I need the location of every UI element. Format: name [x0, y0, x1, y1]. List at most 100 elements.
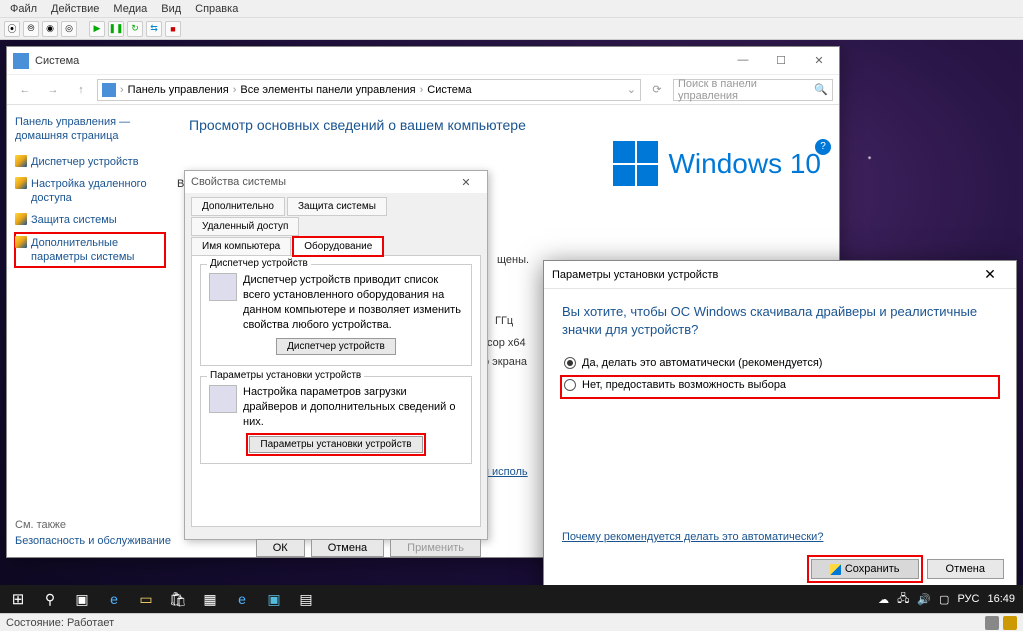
task-view-icon[interactable]: ▣ — [66, 585, 98, 613]
vm-toolbar: ⦿ ⦾ ◉ ◎ ▶ ❚❚ ↻ ⇆ ■ — [0, 18, 1023, 40]
window-title: Система — [35, 55, 729, 67]
apply-button[interactable]: Применить — [390, 539, 481, 557]
change-params-link[interactable]: я исполь — [483, 464, 529, 482]
status-value: Работает — [67, 617, 114, 629]
device-install-settings-dialog: Параметры установки устройств ✕ Вы хотит… — [543, 260, 1017, 590]
breadcrumb-item[interactable]: Все элементы панели управления — [240, 84, 415, 96]
edge-icon[interactable]: e — [98, 585, 130, 613]
group-device-manager: Диспетчер устройств Диспетчер устройств … — [200, 264, 472, 366]
breadcrumb-item[interactable]: Система — [427, 84, 471, 96]
device-manager-button[interactable]: Диспетчер устройств — [276, 338, 396, 355]
store-icon[interactable]: 🛍 — [162, 585, 194, 613]
computer-icon — [102, 83, 116, 97]
close-button[interactable]: ✕ — [805, 54, 833, 67]
group-title: Диспетчер устройств — [207, 258, 311, 269]
close-button[interactable]: ✕ — [451, 176, 481, 189]
menu-media[interactable]: Медиа — [107, 1, 153, 17]
revert-icon[interactable]: ⇆ — [146, 21, 162, 37]
radio-icon — [564, 357, 576, 369]
menu-view[interactable]: Вид — [155, 1, 187, 17]
menu-help[interactable]: Справка — [189, 1, 244, 17]
stop-icon[interactable]: ■ — [165, 21, 181, 37]
menu-file[interactable]: Файл — [4, 1, 43, 17]
search-input[interactable]: Поиск в панели управления 🔍 — [673, 79, 833, 101]
windows-logo: Windows 10 — [613, 141, 821, 186]
ie-icon[interactable]: e — [226, 585, 258, 613]
tab-strip: Дополнительно Защита системы Удаленный д… — [185, 193, 487, 255]
sidebar-item-device-manager[interactable]: Диспетчер устройств — [15, 152, 165, 172]
titlebar[interactable]: Система — ☐ ✕ — [7, 47, 839, 75]
search-icon: 🔍 — [814, 83, 828, 96]
start-button[interactable]: ⊞ — [2, 585, 34, 613]
vm-menubar: Файл Действие Медиа Вид Справка — [0, 0, 1023, 18]
tab-computer-name[interactable]: Имя компьютера — [191, 237, 291, 256]
onedrive-icon[interactable]: ☁ — [878, 593, 889, 606]
explorer-icon[interactable]: ▭ — [130, 585, 162, 613]
search-placeholder: Поиск в панели управления — [678, 78, 810, 102]
breadcrumb[interactable]: › Панель управления › Все элементы панел… — [97, 79, 641, 101]
dialog-titlebar[interactable]: Параметры установки устройств ✕ — [544, 261, 1016, 289]
minimize-button[interactable]: — — [729, 54, 757, 67]
nav-toolbar: ← → ↑ › Панель управления › Все элементы… — [7, 75, 839, 105]
dialog-question: Вы хотите, чтобы ОС Windows скачивала др… — [562, 303, 998, 339]
cancel-button[interactable]: Отмена — [311, 539, 384, 557]
group-text: Настройка параметров загрузки драйверов … — [243, 385, 463, 430]
radio-yes-label: Да, делать это автоматически (рекомендуе… — [582, 357, 822, 369]
volume-icon[interactable]: 🔊 — [917, 593, 931, 606]
sidebar-item-protection[interactable]: Защита системы — [15, 210, 165, 230]
menu-action[interactable]: Действие — [45, 1, 105, 17]
save-button[interactable]: Сохранить — [811, 559, 919, 579]
shield-icon — [830, 564, 841, 575]
tab-remote[interactable]: Удаленный доступ — [191, 217, 299, 236]
start-icon[interactable]: ▶ — [89, 21, 105, 37]
pause-icon[interactable]: ❚❚ — [108, 21, 124, 37]
search-icon[interactable]: ⚲ — [34, 585, 66, 613]
radio-icon — [564, 379, 576, 391]
taskbar[interactable]: ⊞ ⚲ ▣ e ▭ 🛍 ▦ e ▣ ▤ ☁ 🖧 🔊 ▢ РУС 16:49 — [0, 585, 1023, 613]
reset-icon[interactable]: ↻ — [127, 21, 143, 37]
tab-panel: Диспетчер устройств Диспетчер устройств … — [191, 255, 481, 527]
refresh-button[interactable]: ⟳ — [645, 78, 669, 102]
sidebar-item-remote[interactable]: Настройка удаленного доступа — [15, 174, 165, 209]
up-button[interactable]: ↑ — [69, 78, 93, 102]
dialog-titlebar[interactable]: Свойства системы ✕ — [185, 171, 487, 193]
maximize-button[interactable]: ☐ — [767, 54, 795, 67]
windows-logo-text: Windows 10 — [668, 148, 821, 180]
sidebar-security-link[interactable]: Безопасность и обслуживание — [15, 535, 171, 547]
app-icon[interactable]: ▣ — [258, 585, 290, 613]
radio-no[interactable]: Нет, предоставить возможность выбора — [562, 377, 998, 397]
ok-button[interactable]: ОК — [256, 539, 305, 557]
back-button[interactable]: ← — [13, 78, 37, 102]
notifications-icon[interactable]: ▢ — [939, 593, 949, 606]
radio-yes[interactable]: Да, делать это автоматически (рекомендуе… — [562, 355, 998, 371]
tab-protection[interactable]: Защита системы — [287, 197, 387, 216]
install-params-button[interactable]: Параметры установки устройств — [249, 436, 422, 453]
sidebar-home[interactable]: Панель управления — домашняя страница — [15, 115, 165, 144]
status-lock-icon[interactable] — [1003, 616, 1017, 630]
clock[interactable]: 16:49 — [987, 593, 1015, 605]
forward-button[interactable]: → — [41, 78, 65, 102]
toolbar-icon[interactable]: ⦿ — [4, 21, 20, 37]
network-icon[interactable]: 🖧 — [897, 590, 909, 609]
group-install-params: Параметры установки устройств Настройка … — [200, 376, 472, 464]
app-icon[interactable]: ▤ — [290, 585, 322, 613]
toolbar-icon[interactable]: ◎ — [61, 21, 77, 37]
toolbar-icon[interactable]: ⦾ — [23, 21, 39, 37]
language-indicator[interactable]: РУС — [957, 593, 979, 605]
status-icon[interactable] — [985, 616, 999, 630]
sidebar-item-advanced[interactable]: Дополнительные параметры системы — [15, 233, 165, 268]
system-tray[interactable]: ☁ 🖧 🔊 ▢ РУС 16:49 — [878, 590, 1021, 609]
tab-hardware[interactable]: Оборудование — [293, 237, 383, 256]
cancel-button[interactable]: Отмена — [927, 559, 1004, 579]
status-label: Состояние: — [6, 617, 64, 629]
tab-advanced[interactable]: Дополнительно — [191, 197, 285, 216]
dialog-footer: Сохранить Отмена — [811, 559, 1004, 579]
radio-no-label: Нет, предоставить возможность выбора — [582, 379, 786, 391]
breadcrumb-item[interactable]: Панель управления — [128, 84, 229, 96]
toolbar-icon[interactable]: ◉ — [42, 21, 58, 37]
app-icon[interactable]: ▦ — [194, 585, 226, 613]
system-properties-dialog: Свойства системы ✕ Дополнительно Защита … — [184, 170, 488, 540]
why-recommended-link[interactable]: Почему рекомендуется делать это автомати… — [562, 531, 823, 543]
close-button[interactable]: ✕ — [972, 266, 1008, 283]
sidebar: Панель управления — домашняя страница Ди… — [7, 105, 173, 557]
